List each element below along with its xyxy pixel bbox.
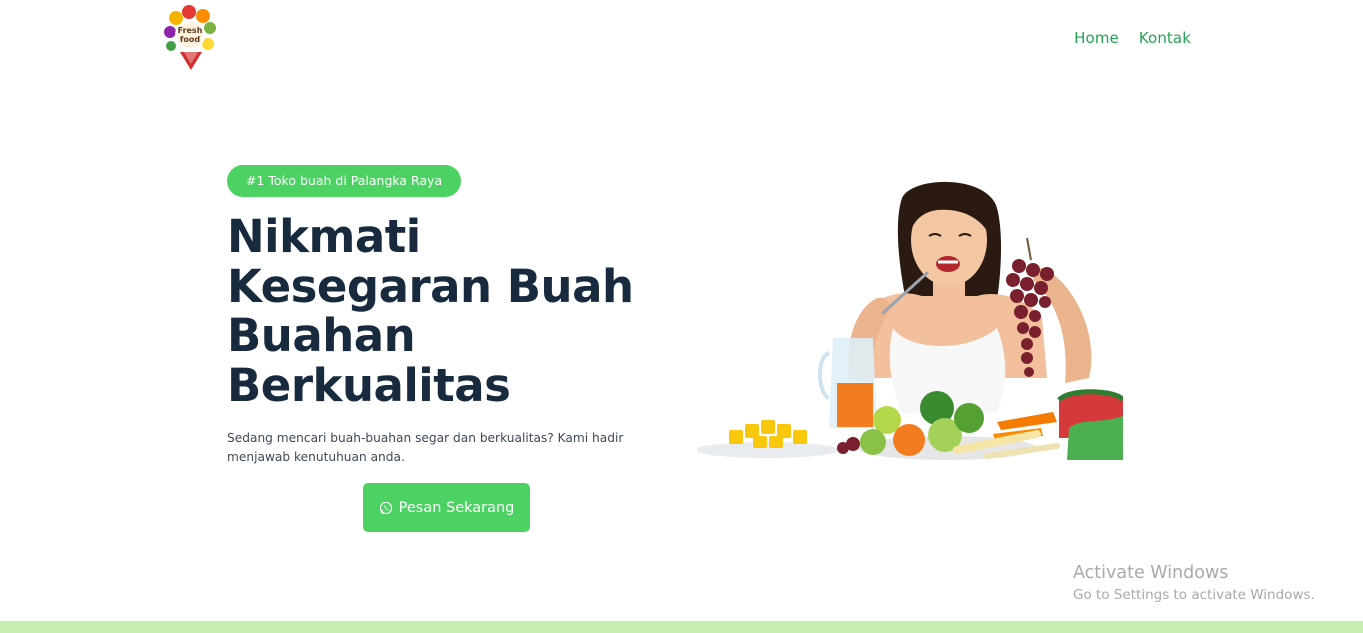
bottom-strip [0, 621, 1363, 633]
hero-title-line-4: Berkualitas [227, 358, 511, 412]
watermark-line1: Activate Windows [1073, 563, 1229, 583]
fresh-food-logo-icon: Fresh food [164, 5, 216, 70]
order-now-label: Pesan Sekarang [398, 499, 515, 516]
logo-text-line2: food [180, 35, 200, 44]
nav-link-kontak[interactable]: Kontak [1139, 29, 1191, 47]
hero-title-line-3: Buahan [227, 309, 416, 362]
hero-title: Nikmati Kesegaran Buah Buahan Berkualita… [227, 212, 697, 410]
logo-text-line1: Fresh [178, 26, 203, 35]
hero-image [695, 178, 1126, 460]
hero-description: Sedang mencari buah-buahan segar dan ber… [227, 431, 624, 464]
watermark-line2: Go to Settings to activate Windows. [1073, 587, 1315, 603]
order-now-button[interactable]: Pesan Sekarang [363, 483, 530, 532]
hero-title-line-1: Nikmati [227, 210, 421, 263]
whatsapp-icon [379, 501, 392, 514]
nav-link-home[interactable]: Home [1074, 29, 1119, 47]
woman-eating-fruits-illustration [695, 181, 1126, 460]
hero-badge: #1 Toko buah di Palangka Raya [227, 165, 462, 197]
main-nav: Home Kontak [1074, 29, 1191, 47]
windows-activation-watermark: Activate Windows Go to Settings to activ… [1073, 562, 1315, 606]
hero-title-line-2: Kesegaran Buah [227, 259, 634, 313]
site-logo[interactable]: Fresh food [162, 4, 220, 72]
